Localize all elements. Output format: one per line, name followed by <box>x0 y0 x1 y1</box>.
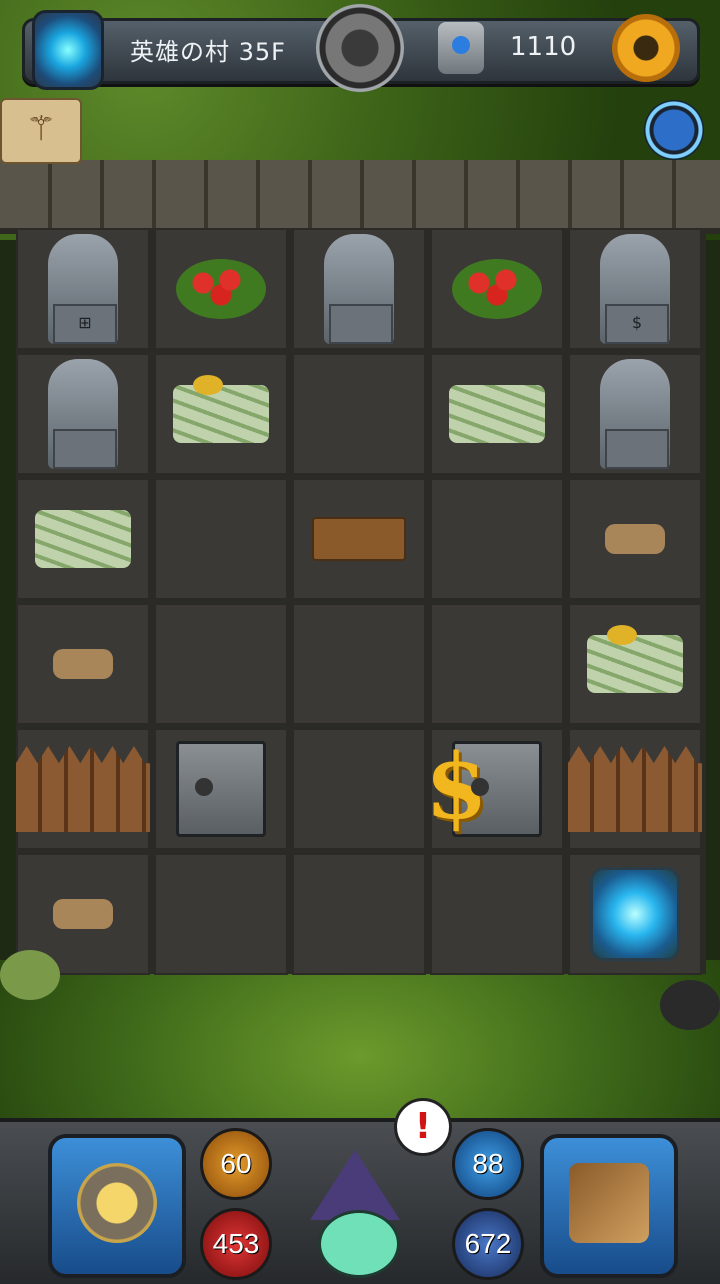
gold-coins-icon <box>607 625 637 645</box>
statue-pedestal: ⊞ <box>53 304 117 344</box>
rune-count: 1110 <box>510 32 577 62</box>
wooden-signpost-graphic <box>312 517 406 561</box>
statue-graphic <box>324 234 394 344</box>
rocks-icon[interactable] <box>16 603 150 725</box>
spellbook-icon <box>569 1163 649 1243</box>
board-cell[interactable] <box>154 478 288 600</box>
rocks-graphic <box>605 524 665 554</box>
hammer-statue-graphic <box>48 359 118 469</box>
safe-with-dollar-icon[interactable]: $ <box>425 728 564 850</box>
chameleon-icon <box>0 950 60 1000</box>
helmet-icon <box>77 1163 157 1243</box>
safe-graphic <box>176 741 266 837</box>
cash-pile-with-coins-icon[interactable] <box>154 353 288 475</box>
companion-button[interactable] <box>644 100 704 160</box>
statue-icon[interactable]: ⊞ <box>16 228 150 350</box>
mp-stat: 672 <box>452 1208 524 1280</box>
wizard-face-icon <box>318 1210 400 1278</box>
attack-stat: 60 <box>200 1128 272 1200</box>
board-cell[interactable] <box>430 478 564 600</box>
red-flower-bush-icon[interactable] <box>154 228 288 350</box>
fence-graphic <box>568 746 702 832</box>
rocks-graphic <box>53 649 113 679</box>
cash-pile-graphic <box>449 385 545 443</box>
slime-knight-statue-icon[interactable] <box>568 353 702 475</box>
safe-with-dollar-graphic: $ <box>425 734 542 840</box>
cash-pile-icon[interactable] <box>16 478 150 600</box>
cash-pile-graphic <box>35 510 131 568</box>
dollar-sign-icon: $ <box>425 734 488 840</box>
red-flower-bush-graphic <box>452 259 542 319</box>
defense-stat: 88 <box>452 1128 524 1200</box>
statue-graphic: ⊞ <box>48 234 118 344</box>
slime-knight-statue-graphic <box>600 359 670 469</box>
dungeon-board: ⊞ $ $ <box>16 228 706 975</box>
hammer-statue-icon[interactable] <box>16 353 150 475</box>
floor-title: 英雄の村 35F <box>130 38 286 66</box>
spellbook-button[interactable] <box>540 1134 678 1278</box>
red-flower-bush-icon[interactable] <box>430 228 564 350</box>
alert-bubble[interactable]: ! <box>394 1098 452 1156</box>
board-cell[interactable] <box>292 728 426 850</box>
settings-gear-icon[interactable] <box>612 14 680 82</box>
board-cell[interactable] <box>292 603 426 725</box>
safe-icon[interactable] <box>154 728 288 850</box>
wooden-signpost-icon[interactable] <box>292 478 426 600</box>
cash-pile-with-coins-icon[interactable] <box>568 603 702 725</box>
statue-icon[interactable]: $ <box>568 228 702 350</box>
statue-icon[interactable] <box>292 228 426 350</box>
board-cell[interactable] <box>430 853 564 975</box>
board-cell[interactable] <box>154 853 288 975</box>
gold-coins-icon <box>193 375 223 395</box>
portal-icon[interactable] <box>32 10 104 90</box>
fence-icon[interactable] <box>16 728 150 850</box>
fence-graphic <box>16 746 150 832</box>
exit-portal-icon[interactable] <box>568 853 702 975</box>
statue-pedestal <box>53 429 117 469</box>
hp-stat: 453 <box>200 1208 272 1280</box>
cash-pile-icon[interactable] <box>430 353 564 475</box>
stone-wall <box>0 160 720 234</box>
cash-pile-with-coins-graphic <box>587 625 683 693</box>
statue-pedestal <box>329 304 393 344</box>
equipment-button[interactable] <box>48 1134 186 1278</box>
board-cell[interactable] <box>154 603 288 725</box>
rune-stone-icon <box>438 22 484 74</box>
cash-pile-with-coins-graphic <box>173 375 269 443</box>
board-cell[interactable] <box>292 853 426 975</box>
scroll-menu-button[interactable]: ⚚ <box>0 98 82 164</box>
fence-icon[interactable] <box>568 728 702 850</box>
board-cell[interactable] <box>430 603 564 725</box>
rocks-graphic <box>53 899 113 929</box>
statue-graphic: $ <box>600 234 670 344</box>
board-cell[interactable] <box>292 353 426 475</box>
statue-pedestal: $ <box>605 304 669 344</box>
exit-portal-graphic <box>590 867 680 961</box>
wizard-avatar[interactable] <box>290 1150 420 1280</box>
red-flower-bush-graphic <box>176 259 266 319</box>
statue-pedestal <box>605 429 669 469</box>
spider-icon <box>660 980 720 1030</box>
bomb-icon[interactable] <box>316 4 404 92</box>
rocks-icon[interactable] <box>568 478 702 600</box>
